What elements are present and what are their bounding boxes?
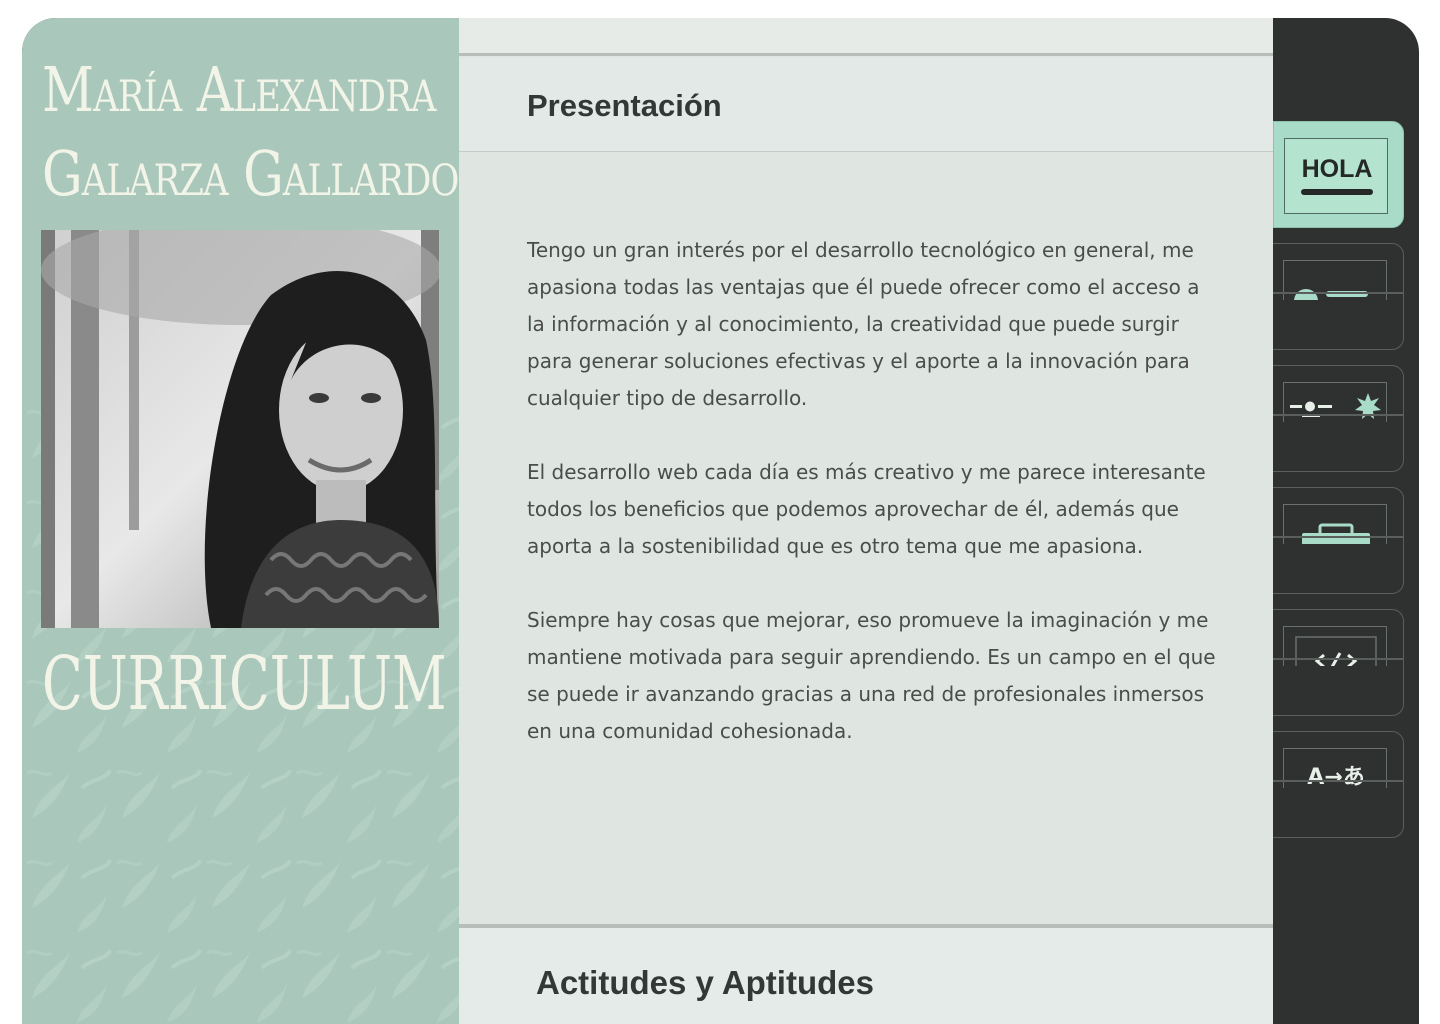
profile-photo	[41, 230, 439, 628]
tab-languages[interactable]: A→あ	[1273, 731, 1404, 838]
portrait-image	[41, 230, 439, 628]
section-tabs: HOLA A→あ	[1273, 18, 1419, 1024]
tab-fold	[1273, 780, 1404, 782]
previous-section-edge	[459, 18, 1273, 56]
id-card-icon	[1283, 260, 1387, 300]
tab-personal-info[interactable]	[1273, 243, 1404, 350]
code-icon	[1283, 626, 1387, 666]
name-line-2: Galarza Gallardo	[42, 137, 459, 210]
skills-icon	[1283, 382, 1387, 422]
tab-fold	[1273, 414, 1404, 416]
translate-icon-label: A→あ	[1307, 765, 1365, 788]
next-section-title: Actitudes y Aptitudes	[536, 964, 874, 1001]
paragraph: Siempre hay cosas que mejorar, eso promu…	[527, 608, 1216, 743]
briefcase-icon	[1283, 504, 1387, 544]
tab-skills[interactable]	[1273, 365, 1404, 472]
tab-fold	[1273, 658, 1404, 660]
curriculum-vitae-label: CURRICULUM VITAE	[42, 641, 459, 727]
paragraph: Tengo un gran interés por el desarrollo …	[527, 238, 1200, 410]
tab-experience[interactable]	[1273, 487, 1404, 594]
next-section[interactable]: Actitudes y Aptitudes	[459, 924, 1273, 1024]
section-title: Presentación	[527, 88, 722, 123]
tab-hola[interactable]: HOLA	[1273, 121, 1404, 228]
tab-fold	[1273, 536, 1404, 538]
tab-fold	[1273, 292, 1404, 294]
paragraph: El desarrollo web cada día es más creati…	[527, 460, 1206, 558]
underline-bar	[1301, 189, 1373, 195]
full-name: María Alexandra Galarza Gallardo	[42, 48, 459, 216]
cv-window: María Alexandra Galarza Gallardo CURRICU…	[22, 18, 1419, 1024]
translate-icon: A→あ	[1283, 748, 1387, 788]
tab-hola-label: HOLA	[1301, 155, 1373, 183]
tab-hola-card: HOLA	[1284, 138, 1388, 214]
profile-panel: María Alexandra Galarza Gallardo CURRICU…	[22, 18, 459, 1024]
name-line-1: María Alexandra	[42, 53, 436, 126]
tab-code[interactable]	[1273, 609, 1404, 716]
presentation-text: Tengo un gran interés por el desarrollo …	[527, 232, 1217, 787]
content-panel: Presentación Tengo un gran interés por e…	[459, 18, 1273, 1024]
